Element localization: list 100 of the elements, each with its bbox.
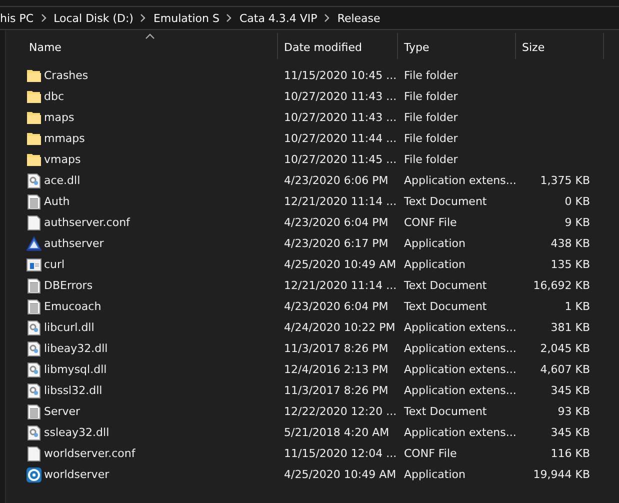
file-size: 438 KB <box>550 237 590 250</box>
window-app-icon <box>26 256 42 272</box>
file-type: Application extens... <box>404 363 516 376</box>
file-size: 345 KB <box>550 426 590 439</box>
file-type: Text Document <box>404 300 487 313</box>
date-modified: 4/25/2020 10:49 AM <box>284 468 396 481</box>
date-modified: 12/21/2020 11:14 ... <box>284 279 397 292</box>
chevron-icon <box>324 14 330 22</box>
file-type: Application extens... <box>404 342 516 355</box>
folder-icon <box>26 130 42 146</box>
file-size: 1,375 KB <box>540 174 590 187</box>
file-name[interactable]: worldserver <box>44 468 110 481</box>
file-type: File folder <box>404 90 458 103</box>
file-type: Application <box>404 468 466 481</box>
sort-caret-icon <box>145 33 155 39</box>
file-type: Application extens... <box>404 174 516 187</box>
gear-file-icon <box>26 172 42 188</box>
file-size: 19,944 KB <box>533 468 590 481</box>
column-header[interactable]: Type <box>398 33 516 59</box>
date-modified: 4/25/2020 10:49 AM <box>284 258 396 271</box>
file-type: CONF File <box>404 216 457 229</box>
text-file-icon <box>26 298 42 314</box>
file-type: File folder <box>404 153 458 166</box>
file-size: 116 KB <box>550 447 590 460</box>
gear-file-icon <box>26 424 42 440</box>
column-header[interactable]: Date modified <box>278 33 398 59</box>
folder-icon <box>26 110 42 126</box>
text-file-icon <box>26 194 42 210</box>
date-modified: 4/23/2020 6:04 PM <box>284 300 388 313</box>
file-type: Application extens... <box>404 384 516 397</box>
file-size: 2,045 KB <box>540 342 590 355</box>
column-header[interactable]: Name <box>23 33 278 59</box>
file-type: Application extens... <box>404 321 516 334</box>
file-type: Text Document <box>404 195 487 208</box>
folder-icon <box>26 88 42 104</box>
file-size: 9 KB <box>564 216 590 229</box>
file-size: 93 KB <box>558 405 590 418</box>
date-modified: 11/15/2020 10:45 ... <box>284 69 397 82</box>
file-name[interactable]: libeay32.dll <box>44 342 108 355</box>
file-type: Application <box>404 237 466 250</box>
file-size: 0 KB <box>564 195 590 208</box>
file-name[interactable]: libssl32.dll <box>44 384 102 397</box>
date-modified: 10/27/2020 11:45 ... <box>284 153 397 166</box>
column-header[interactable]: Size <box>516 33 604 59</box>
date-modified: 4/23/2020 6:06 PM <box>284 174 388 187</box>
file-name[interactable]: authserver.conf <box>44 216 130 229</box>
file-name[interactable]: maps <box>44 111 74 124</box>
folder-icon <box>26 68 42 84</box>
date-modified: 11/15/2020 12:04 ... <box>284 447 397 460</box>
breadcrumb-item[interactable]: Release <box>337 12 380 24</box>
file-icon <box>26 214 42 230</box>
file-type: Text Document <box>404 405 487 418</box>
chevron-icon <box>226 14 232 22</box>
file-name[interactable]: Auth <box>44 195 70 208</box>
file-name[interactable]: curl <box>44 258 65 271</box>
file-name[interactable]: libmysql.dll <box>44 363 107 376</box>
date-modified: 11/3/2017 8:26 PM <box>284 342 388 355</box>
file-name[interactable]: libcurl.dll <box>44 321 94 334</box>
date-modified: 10/27/2020 11:43 ... <box>284 90 397 103</box>
ring-app-icon <box>26 466 42 482</box>
text-file-icon <box>26 404 42 420</box>
gear-file-icon <box>26 340 42 356</box>
file-type: File folder <box>404 132 458 145</box>
file-type: Application <box>404 258 466 271</box>
breadcrumb-item[interactable]: Local Disk (D:) <box>54 12 134 24</box>
file-name[interactable]: Crashes <box>44 69 88 82</box>
date-modified: 12/21/2020 11:14 ... <box>284 195 397 208</box>
breadcrumb-item[interactable]: Emulation S <box>153 12 220 24</box>
file-name[interactable]: ssleay32.dll <box>44 426 110 439</box>
date-modified: 11/3/2017 8:26 PM <box>284 384 388 397</box>
date-modified: 10/27/2020 11:44 ... <box>284 132 397 145</box>
file-name[interactable]: worldserver.conf <box>44 447 136 460</box>
file-name[interactable]: DBErrors <box>44 279 93 292</box>
date-modified: 4/23/2020 6:04 PM <box>284 216 388 229</box>
file-name[interactable]: Server <box>44 405 80 418</box>
date-modified: 4/24/2020 10:22 PM <box>284 321 396 334</box>
file-icon <box>26 446 42 462</box>
folder-icon <box>26 152 42 168</box>
date-modified: 5/21/2018 4:20 AM <box>284 426 390 439</box>
gear-file-icon <box>26 362 42 378</box>
date-modified: 4/23/2020 6:17 PM <box>284 237 388 250</box>
breadcrumb-item[interactable]: Cata 4.3.4 VIP <box>239 12 318 24</box>
file-size: 16,692 KB <box>533 279 590 292</box>
date-modified: 12/22/2020 12:20 ... <box>284 405 397 418</box>
breadcrumb-item[interactable]: his PC <box>0 12 34 24</box>
file-name[interactable]: Emucoach <box>44 300 102 313</box>
date-modified: 10/27/2020 11:43 ... <box>284 111 397 124</box>
file-name[interactable]: ace.dll <box>44 174 80 187</box>
file-name[interactable]: mmaps <box>44 132 85 145</box>
file-name[interactable]: dbc <box>44 90 64 103</box>
file-name[interactable]: authserver <box>44 237 104 250</box>
chevron-icon <box>40 14 47 22</box>
file-type: Application extens... <box>404 426 516 439</box>
file-size: 4,607 KB <box>540 363 590 376</box>
text-file-icon <box>26 278 42 294</box>
chevron-icon <box>140 14 146 22</box>
date-modified: 12/4/2016 2:13 PM <box>284 363 388 376</box>
file-name[interactable]: vmaps <box>44 153 81 166</box>
file-size: 1 KB <box>564 300 590 313</box>
file-size: 135 KB <box>550 258 590 271</box>
